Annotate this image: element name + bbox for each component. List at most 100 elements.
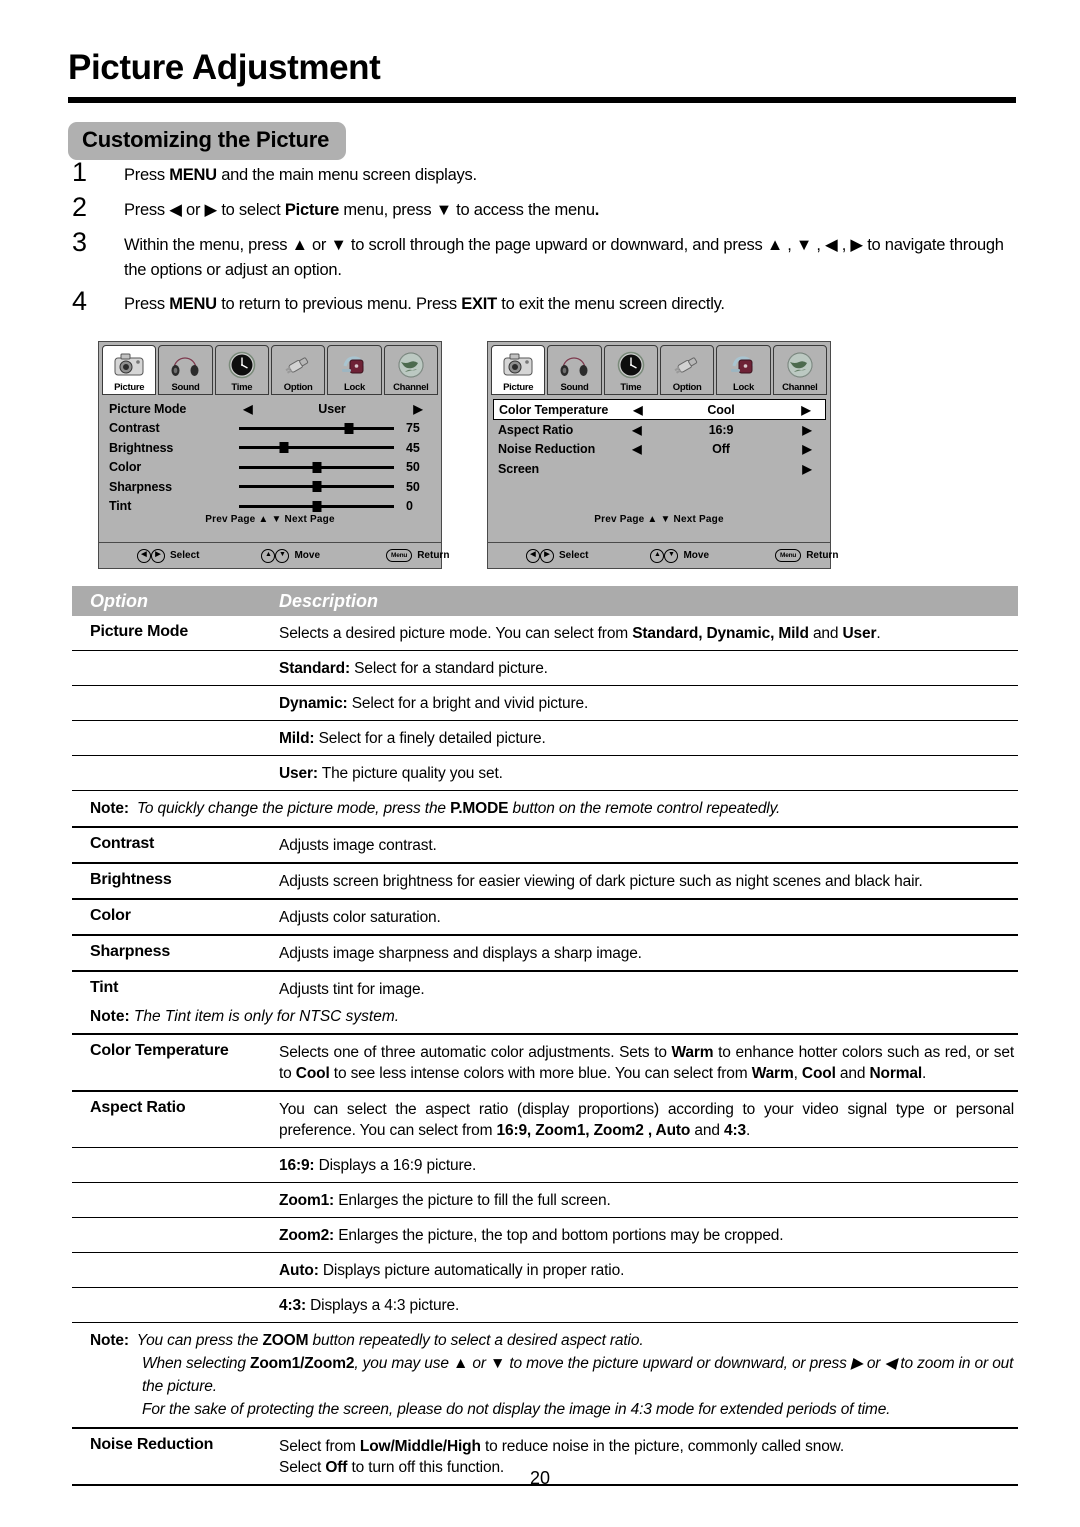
menu-key-icon: Menu — [775, 549, 802, 562]
table-row-brightness: Brightness Adjusts screen brightness for … — [72, 864, 1018, 900]
osd-tab-label: Sound — [560, 382, 589, 393]
table-cell-description: 4:3: Displays a 4:3 picture. — [279, 1297, 460, 1314]
table-note-zoom: Note: You can press the ZOOM button repe… — [72, 1323, 1018, 1429]
osd-tab-label: Lock — [343, 382, 365, 393]
globe-icon — [774, 348, 826, 382]
osd-item-sharpness[interactable]: Sharpness 50 — [109, 477, 433, 497]
osd-left-arrow-icon[interactable]: ◀ — [235, 402, 261, 416]
osd-item-picture-mode[interactable]: Picture Mode ◀ User ▶ — [109, 399, 433, 419]
osd-tab-option[interactable]: Option — [659, 345, 715, 395]
osd-left-arrow-icon[interactable]: ◀ — [624, 423, 650, 437]
osd-tab-time[interactable]: Time — [214, 345, 269, 395]
osd-item-label: Aspect Ratio — [498, 422, 574, 437]
osd-slider-track — [239, 481, 394, 493]
osd-item-brightness[interactable]: Brightness 45 — [109, 438, 433, 458]
table-row-color-temperature: Color Temperature Selects one of three au… — [72, 1035, 1018, 1092]
osd-slider[interactable] — [235, 442, 394, 454]
options-table: Option Description Picture Mode Selects a… — [72, 586, 1018, 1486]
osd-item-value: Cool — [707, 402, 735, 417]
osd-tab-time[interactable]: Time — [603, 345, 658, 395]
globe-icon — [385, 348, 437, 382]
osd-right-arrow-icon[interactable]: ▶ — [791, 403, 821, 417]
table-row-picture-mode: Standard: Select for a standard picture. — [72, 651, 1018, 686]
osd-item-aspect-ratio[interactable]: Aspect Ratio ◀ 16:9 ▶ — [498, 420, 822, 440]
osd-tab-label: Lock — [732, 382, 754, 393]
title-divider — [68, 97, 1016, 103]
osd-screenshot-page2: Picture Sound Time Option Lock Channel Color … — [487, 341, 838, 569]
padlock-icon — [328, 348, 380, 382]
osd-item-contrast[interactable]: Contrast 75 — [109, 419, 433, 439]
osd-footer-hint-move: ▲ ▼ Move — [261, 548, 321, 563]
camera-icon — [492, 348, 544, 382]
table-cell-option: Contrast — [90, 835, 155, 852]
osd-footer-label: Move — [294, 550, 321, 561]
osd-tab-option[interactable]: Option — [270, 345, 326, 395]
osd-tab-picture[interactable]: Picture — [491, 345, 546, 395]
dpad-key-icon: ◀ ▶ — [526, 548, 554, 563]
osd-item-noise-reduction[interactable]: Noise Reduction ◀ Off ▶ — [498, 440, 822, 460]
osd-tab-lock[interactable]: Lock — [716, 345, 771, 395]
table-cell-description: Adjusts color saturation. — [279, 909, 441, 926]
osd-slider-track — [239, 422, 394, 434]
table-cell-option: Brightness — [90, 871, 172, 888]
osd-tab-channel[interactable]: Channel — [772, 345, 827, 395]
table-row-picture-mode: Picture Mode Selects a desired picture mo… — [72, 616, 1018, 651]
osd-footer-label: Move — [683, 550, 710, 561]
osd-slider-track — [239, 442, 394, 454]
osd-tabbar-1: Picture Sound Time Option Lock Channel — [99, 342, 441, 395]
step-number: 2 — [72, 192, 88, 222]
instruction-step-1: 1 Press MENU and the main menu screen dis… — [72, 157, 1022, 189]
osd-item-label: Tint — [109, 499, 132, 514]
table-cell-option — [72, 1218, 279, 1231]
note-text: Note: You can press the ZOOM button repe… — [90, 1332, 1014, 1418]
osd-item-screen[interactable]: Screen ▶ — [498, 459, 822, 479]
table-row-aspect-option: Zoom2: Enlarges the picture, the top and… — [72, 1218, 1018, 1253]
note-text: Note: To quickly change the picture mode… — [90, 800, 781, 817]
step-text: Press MENU and the main menu screen disp… — [124, 166, 477, 184]
osd-right-arrow-icon[interactable]: ▶ — [403, 402, 433, 416]
table-cell-option — [72, 756, 279, 769]
osd-item-color-temperature[interactable]: Color Temperature ◀ Cool ▶ — [493, 399, 826, 420]
table-cell-description: Zoom2: Enlarges the picture, the top and… — [279, 1227, 784, 1244]
section-heading-badge: Customizing the Picture — [68, 122, 347, 160]
osd-right-arrow-icon[interactable]: ▶ — [792, 462, 822, 476]
osd-items-page2: Color Temperature ◀ Cool ▶ Aspect Ratio ◀ 16:9… — [488, 395, 830, 527]
table-cell-description: 16:9: Displays a 16:9 picture. — [279, 1157, 477, 1174]
osd-slider-knob[interactable] — [279, 442, 289, 454]
osd-tab-lock[interactable]: Lock — [327, 345, 382, 395]
osd-slider-knob[interactable] — [312, 461, 321, 473]
table-cell-description: Adjusts image sharpness and displays a s… — [279, 945, 642, 962]
osd-slider-track — [239, 461, 394, 473]
osd-slider[interactable] — [235, 422, 394, 434]
camera-icon — [103, 348, 155, 382]
osd-slider-knob[interactable] — [312, 500, 321, 512]
osd-slider[interactable] — [235, 500, 394, 512]
osd-tab-label: Channel — [782, 382, 818, 393]
osd-tab-sound[interactable]: Sound — [158, 345, 213, 395]
table-row-sharpness: Sharpness Adjusts image sharpness and dis… — [72, 936, 1018, 972]
osd-footer-2: ◀ ▶ Select ▲ ▼ Move Menu Return — [488, 542, 838, 568]
osd-left-arrow-icon[interactable]: ◀ — [625, 403, 651, 417]
table-row-aspect-option: Auto: Displays picture automatically in … — [72, 1253, 1018, 1288]
osd-tab-sound[interactable]: Sound — [547, 345, 602, 395]
osd-slider-knob[interactable] — [344, 422, 354, 434]
table-cell-description: Selects a desired picture mode. You can … — [279, 625, 881, 642]
osd-slider[interactable] — [235, 461, 394, 473]
osd-right-arrow-icon[interactable]: ▶ — [792, 423, 822, 437]
dpad-key-icon: ▲ ▼ — [261, 548, 290, 563]
table-note: Note: To quickly change the picture mode… — [72, 791, 1018, 828]
osd-slider-value: 50 — [406, 479, 420, 494]
osd-item-label: Contrast — [109, 421, 160, 436]
table-row-aspect-option: 16:9: Displays a 16:9 picture. — [72, 1148, 1018, 1183]
dpad-key-icon: ▲ ▼ — [650, 548, 679, 563]
osd-slider[interactable] — [235, 481, 394, 493]
osd-right-arrow-icon[interactable]: ▶ — [792, 442, 822, 456]
osd-footer-hint-return: Menu Return — [775, 549, 838, 562]
osd-tab-channel[interactable]: Channel — [383, 345, 438, 395]
osd-tab-picture[interactable]: Picture — [102, 345, 157, 395]
plug-icon — [661, 348, 713, 382]
osd-slider-knob[interactable] — [312, 481, 321, 493]
osd-left-arrow-icon[interactable]: ◀ — [624, 442, 650, 456]
osd-item-color[interactable]: Color 50 — [109, 458, 433, 478]
table-header-row: Option Description — [72, 586, 1018, 616]
